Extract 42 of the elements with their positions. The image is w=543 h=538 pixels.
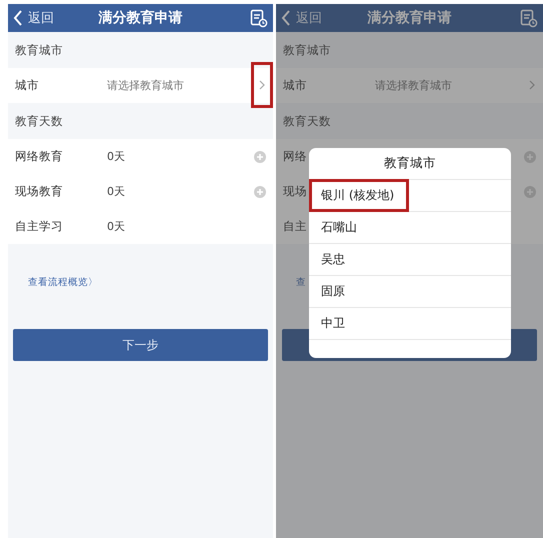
plus-icon[interactable] [524,150,536,162]
city-option[interactable]: 固原 [315,275,360,308]
row-value: 0天 [107,184,125,199]
page-title: 满分教育申请 [98,9,182,27]
document-icon[interactable] [250,8,268,28]
next-step-button[interactable]: 下一步 [13,329,268,361]
plus-icon[interactable] [254,150,266,162]
section-header: 教育天数 [282,112,331,130]
back-button[interactable]: 返回 [281,9,322,27]
row-label: 自主 [283,219,307,234]
back-icon [281,10,291,26]
back-label: 返回 [28,10,54,27]
section-header: 教育城市 [282,42,331,58]
city-option[interactable]: 银川 (核发地) [309,179,410,212]
back-label: 返回 [296,10,322,27]
row-label: 自主学习 [15,219,63,234]
chevron-icon [529,80,535,90]
row-label: 网络 [283,149,307,164]
document-icon[interactable] [520,8,538,28]
row-label: 现场教育 [15,184,63,199]
city-option[interactable]: 吴忠 [315,243,360,276]
row-label: 城市 [283,78,307,93]
chevron-button[interactable] [251,62,273,108]
process-overview-link[interactable]: 查 [296,277,306,288]
dialog-title: 教育城市 [309,148,511,180]
back-icon [13,10,23,26]
row-label: 现场 [283,184,307,199]
section-header: 教育天数 [14,112,63,130]
row-label: 网络教育 [15,149,63,164]
city-option[interactable]: 中卫 [315,307,360,340]
section-header: 教育城市 [14,42,63,58]
page-title: 满分教育申请 [368,9,452,27]
row-value: 0天 [107,149,125,164]
plus-icon[interactable] [524,186,536,198]
city-select-field[interactable]: 请选择教育城市 [107,78,184,93]
row-value: 0天 [107,219,125,234]
city-option[interactable]: 石嘴山 [315,211,372,244]
process-overview-link[interactable]: 查看流程概览〉 [28,277,98,288]
plus-icon[interactable] [254,186,266,198]
row-label: 城市 [15,78,39,93]
back-button[interactable]: 返回 [13,9,54,27]
chevron-icon [259,80,265,90]
